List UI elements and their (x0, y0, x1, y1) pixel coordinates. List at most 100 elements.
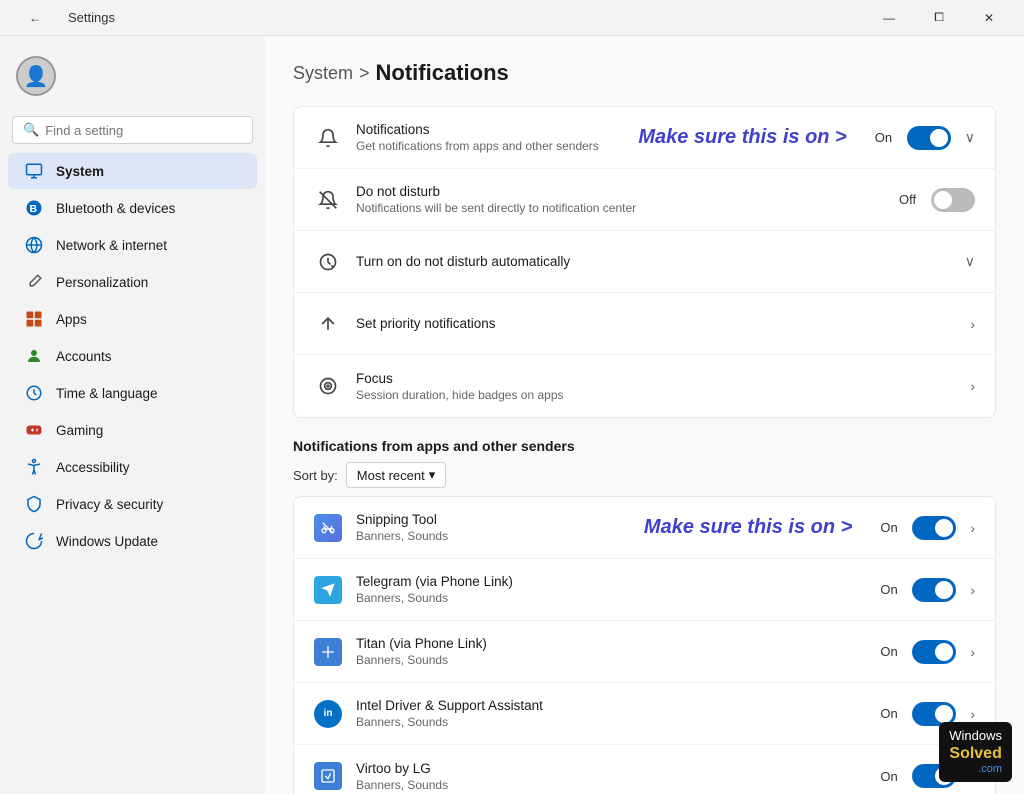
accessibility-icon (24, 457, 44, 477)
personalization-icon (24, 272, 44, 292)
setting-icon-dnd (314, 186, 342, 214)
sort-dropdown[interactable]: Most recent ▾ (346, 462, 446, 488)
app-toggle-label-intel: On (880, 706, 904, 721)
minimize-button[interactable]: — (866, 3, 912, 33)
chevron-icon-auto-dnd: ∨ (965, 253, 975, 270)
privacy-icon (24, 494, 44, 514)
sidebar-item-label: Accounts (56, 349, 112, 364)
sort-row: Sort by: Most recent ▾ (293, 462, 996, 488)
app-chevron-icon-telegram: › (970, 582, 975, 598)
app-desc-virtoo: Banners, Sounds (356, 778, 880, 792)
page-title: Notifications (376, 60, 509, 86)
chevron-icon-focus: › (970, 378, 975, 394)
sidebar-item-apps[interactable]: Apps (8, 301, 257, 337)
app-desc-intel: Banners, Sounds (356, 715, 880, 729)
app-row-intel[interactable]: in Intel Driver & Support Assistant Bann… (294, 683, 995, 745)
sidebar-item-network[interactable]: Network & internet (8, 227, 257, 263)
apps-icon (24, 309, 44, 329)
sidebar-item-system[interactable]: System (8, 153, 257, 189)
setting-icon-notifications (314, 124, 342, 152)
watermark-line2: Solved (949, 744, 1001, 763)
app-row-snipping[interactable]: Snipping Tool Banners, Sounds Make sure … (294, 497, 995, 559)
back-button[interactable]: ← (12, 3, 58, 33)
app-toggle-label-telegram: On (880, 582, 904, 597)
setting-text-notifications: Notifications Get notifications from app… (356, 122, 618, 153)
app-text-telegram: Telegram (via Phone Link) Banners, Sound… (356, 574, 880, 605)
setting-row-priority[interactable]: Set priority notifications › (294, 293, 995, 355)
sort-label: Sort by: (293, 468, 338, 483)
search-box[interactable]: 🔍 (12, 116, 253, 144)
title-bar-left: ← Settings (12, 3, 115, 33)
app-control-telegram: On › (880, 578, 975, 602)
setting-desc-notifications: Get notifications from apps and other se… (356, 139, 618, 153)
title-bar: ← Settings — ⧠ ✕ (0, 0, 1024, 36)
setting-row-dnd[interactable]: Do not disturb Notifications will be sen… (294, 169, 995, 231)
sidebar-item-label: Bluetooth & devices (56, 201, 175, 216)
nav-items: System B Bluetooth & devices Network & i… (0, 152, 265, 560)
app-control-snipping: Make sure this is on > On › (624, 516, 975, 540)
sidebar-item-label: Windows Update (56, 534, 158, 549)
system-icon (24, 161, 44, 181)
setting-control-dnd: Off (899, 188, 975, 212)
maximize-button[interactable]: ⧠ (916, 3, 962, 33)
watermark-line3: .com (978, 763, 1002, 776)
sidebar-item-label: Privacy & security (56, 497, 163, 512)
highlight-text-snipping: Make sure this is on > (644, 516, 852, 539)
sidebar-item-bluetooth[interactable]: B Bluetooth & devices (8, 190, 257, 226)
app-row-telegram[interactable]: Telegram (via Phone Link) Banners, Sound… (294, 559, 995, 621)
app-desc-snipping: Banners, Sounds (356, 529, 624, 543)
setting-label-priority: Set priority notifications (356, 316, 964, 331)
gaming-icon (24, 420, 44, 440)
sort-value: Most recent (357, 468, 425, 483)
toggle-dnd[interactable] (931, 188, 975, 212)
title-bar-controls: — ⧠ ✕ (866, 3, 1012, 33)
sidebar-item-label: Time & language (56, 386, 158, 401)
breadcrumb-sep: > (359, 63, 370, 84)
sidebar-item-gaming[interactable]: Gaming (8, 412, 257, 448)
app-desc-telegram: Banners, Sounds (356, 591, 880, 605)
setting-text-focus: Focus Session duration, hide badges on a… (356, 371, 964, 402)
setting-label-dnd: Do not disturb (356, 184, 899, 199)
setting-label-focus: Focus (356, 371, 964, 386)
app-toggle-telegram[interactable] (912, 578, 956, 602)
app-row-virtoo[interactable]: Virtoo by LG Banners, Sounds On › (294, 745, 995, 794)
search-input[interactable] (45, 123, 242, 138)
sidebar: 👤 🔍 System B Bluetooth & devices Network… (0, 36, 265, 794)
app-text-virtoo: Virtoo by LG Banners, Sounds (356, 761, 880, 792)
app-toggle-titan[interactable] (912, 640, 956, 664)
sidebar-item-accessibility[interactable]: Accessibility (8, 449, 257, 485)
close-button[interactable]: ✕ (966, 3, 1012, 33)
app-label-titan: Titan (via Phone Link) (356, 636, 880, 651)
sidebar-item-update[interactable]: Windows Update (8, 523, 257, 559)
apps-section-title: Notifications from apps and other sender… (293, 438, 996, 454)
app-row-titan[interactable]: Titan (via Phone Link) Banners, Sounds O… (294, 621, 995, 683)
highlight-text-notifications: Make sure this is on > (638, 126, 846, 149)
app-text-intel: Intel Driver & Support Assistant Banners… (356, 698, 880, 729)
sidebar-item-time[interactable]: Time & language (8, 375, 257, 411)
app-toggle-snipping[interactable] (912, 516, 956, 540)
breadcrumb: System > Notifications (293, 60, 996, 86)
setting-row-notifications[interactable]: Notifications Get notifications from app… (294, 107, 995, 169)
watermark-line1: Windows (949, 728, 1002, 744)
app-control-titan: On › (880, 640, 975, 664)
sidebar-item-privacy[interactable]: Privacy & security (8, 486, 257, 522)
main-settings-card: Notifications Get notifications from app… (293, 106, 996, 418)
sidebar-item-personalization[interactable]: Personalization (8, 264, 257, 300)
toggle-label-dnd: Off (899, 192, 923, 207)
setting-row-auto-dnd[interactable]: Turn on do not disturb automatically ∨ (294, 231, 995, 293)
main-content: System > Notifications Notifications Get… (265, 36, 1024, 794)
setting-icon-focus (314, 372, 342, 400)
app-content: 👤 🔍 System B Bluetooth & devices Network… (0, 36, 1024, 794)
telegram-app-icon (314, 576, 342, 604)
sidebar-item-accounts[interactable]: Accounts (8, 338, 257, 374)
toggle-label-notifications: On (875, 130, 899, 145)
time-icon (24, 383, 44, 403)
setting-row-focus[interactable]: Focus Session duration, hide badges on a… (294, 355, 995, 417)
app-label-snipping: Snipping Tool (356, 512, 624, 527)
accounts-icon (24, 346, 44, 366)
chevron-icon-priority: › (970, 316, 975, 332)
virtoo-app-icon (314, 762, 342, 790)
app-toggle-label-snipping: On (880, 520, 904, 535)
network-icon (24, 235, 44, 255)
toggle-notifications[interactable] (907, 126, 951, 150)
